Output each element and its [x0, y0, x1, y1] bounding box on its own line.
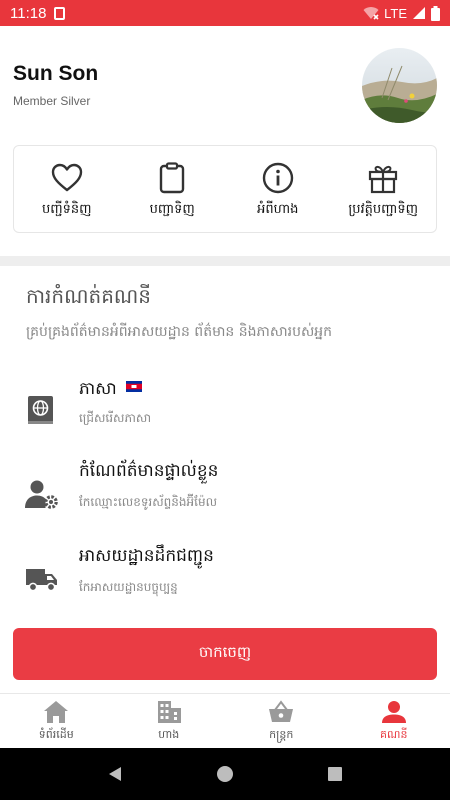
info-icon [262, 162, 293, 194]
settings-row-personal-info[interactable]: កំណែព័ត៌មានផ្ទាល់ខ្លួន កែឈ្មោះលេខទូរស័ព្… [0, 458, 450, 528]
quick-actions-card: បញ្ជីទំនិញ បញ្ជាទិញ អំពីហាង ប្រវត្តិបញ្ជ… [13, 145, 437, 233]
home-icon [44, 701, 69, 723]
status-time: 11:18 [10, 4, 47, 22]
cambodia-flag-icon [126, 381, 143, 392]
quick-action-label: បញ្ជាទិញ [149, 202, 195, 217]
delivery-truck-icon [26, 569, 57, 592]
wifi-off-icon [363, 7, 379, 20]
nav-home[interactable]: ទំព័រដើម [0, 694, 113, 748]
avatar[interactable] [362, 48, 437, 123]
user-settings-icon [25, 480, 58, 509]
back-icon[interactable] [106, 765, 124, 783]
basket-icon [269, 700, 294, 722]
section-divider [0, 256, 450, 266]
settings-row-subtitle: កែឈ្មោះលេខទូរស័ព្ទនិងអ៊ីម៉ែល [79, 495, 217, 509]
settings-row-subtitle: កែអាសយដ្ឋានបច្ចុប្បន្ន [79, 580, 178, 594]
status-bar: 11:18 LTE [0, 0, 450, 26]
settings-row-title: កំណែព័ត៌មានផ្ទាល់ខ្លួន [79, 461, 219, 481]
home-circle-icon[interactable] [216, 765, 234, 783]
gift-icon [369, 165, 398, 194]
nav-label: កន្ត្រក [269, 728, 294, 741]
language-book-icon [28, 396, 53, 424]
settings-row-title: អាសយដ្ឋានដឹកជញ្ជូន [79, 546, 214, 566]
store-icon [157, 701, 181, 723]
sd-card-icon [54, 6, 66, 20]
nav-label: ទំព័រដើម [38, 728, 74, 741]
settings-row-subtitle: ជ្រើសរើសភាសា [79, 411, 152, 425]
profile-name: Sun Son [13, 62, 99, 85]
account-icon [381, 701, 406, 723]
nav-account[interactable]: គណនី [338, 694, 450, 748]
language-title: ភាសា [79, 379, 117, 399]
settings-row-title: ភាសា [79, 378, 143, 403]
settings-title: ការកំណត់គណនី [26, 284, 151, 308]
battery-icon [431, 5, 440, 21]
quick-action-orders[interactable]: បញ្ជាទិញ [120, 146, 226, 232]
recents-icon[interactable] [326, 765, 344, 783]
quick-action-order-history[interactable]: ប្រវត្តិបញ្ជាទិញ [331, 146, 437, 232]
system-nav-bar [0, 748, 450, 800]
heart-icon [51, 163, 82, 192]
status-icons: LTE [363, 5, 440, 21]
nav-label: គណនី [380, 728, 408, 741]
quick-action-label: អំពីហាង [257, 202, 299, 217]
settings-subtitle: គ្រប់គ្រងព័ត៌មានអំពីអាសយដ្ឋាន ព័ត៌មាន និ… [26, 324, 333, 340]
quick-action-wishlist[interactable]: បញ្ជីទំនិញ [14, 146, 120, 232]
nav-basket[interactable]: កន្ត្រក [225, 694, 338, 748]
quick-action-about-store[interactable]: អំពីហាង [225, 146, 331, 232]
profile-header: Sun Son Member Silver [0, 26, 450, 146]
bottom-nav: ទំព័រដើម ហាង កន្ត្រក គណនី [0, 693, 450, 748]
signal-icon [413, 7, 425, 19]
quick-action-label: បញ្ជីទំនិញ [41, 202, 92, 217]
logout-button[interactable]: ចាកចេញ [13, 628, 437, 680]
settings-row-language[interactable]: ភាសា ជ្រើសរើសភាសា [0, 376, 450, 446]
nav-label: ហាង [158, 728, 180, 741]
settings-row-shipping-address[interactable]: អាសយដ្ឋានដឹកជញ្ជូន កែអាសយដ្ឋានបច្ចុប្បន្… [0, 543, 450, 613]
network-type: LTE [384, 5, 407, 21]
quick-action-label: ប្រវត្តិបញ្ជាទិញ [348, 202, 419, 217]
clipboard-icon [160, 162, 185, 194]
nav-store[interactable]: ហាង [113, 694, 226, 748]
membership-tier: Member Silver [13, 94, 91, 108]
